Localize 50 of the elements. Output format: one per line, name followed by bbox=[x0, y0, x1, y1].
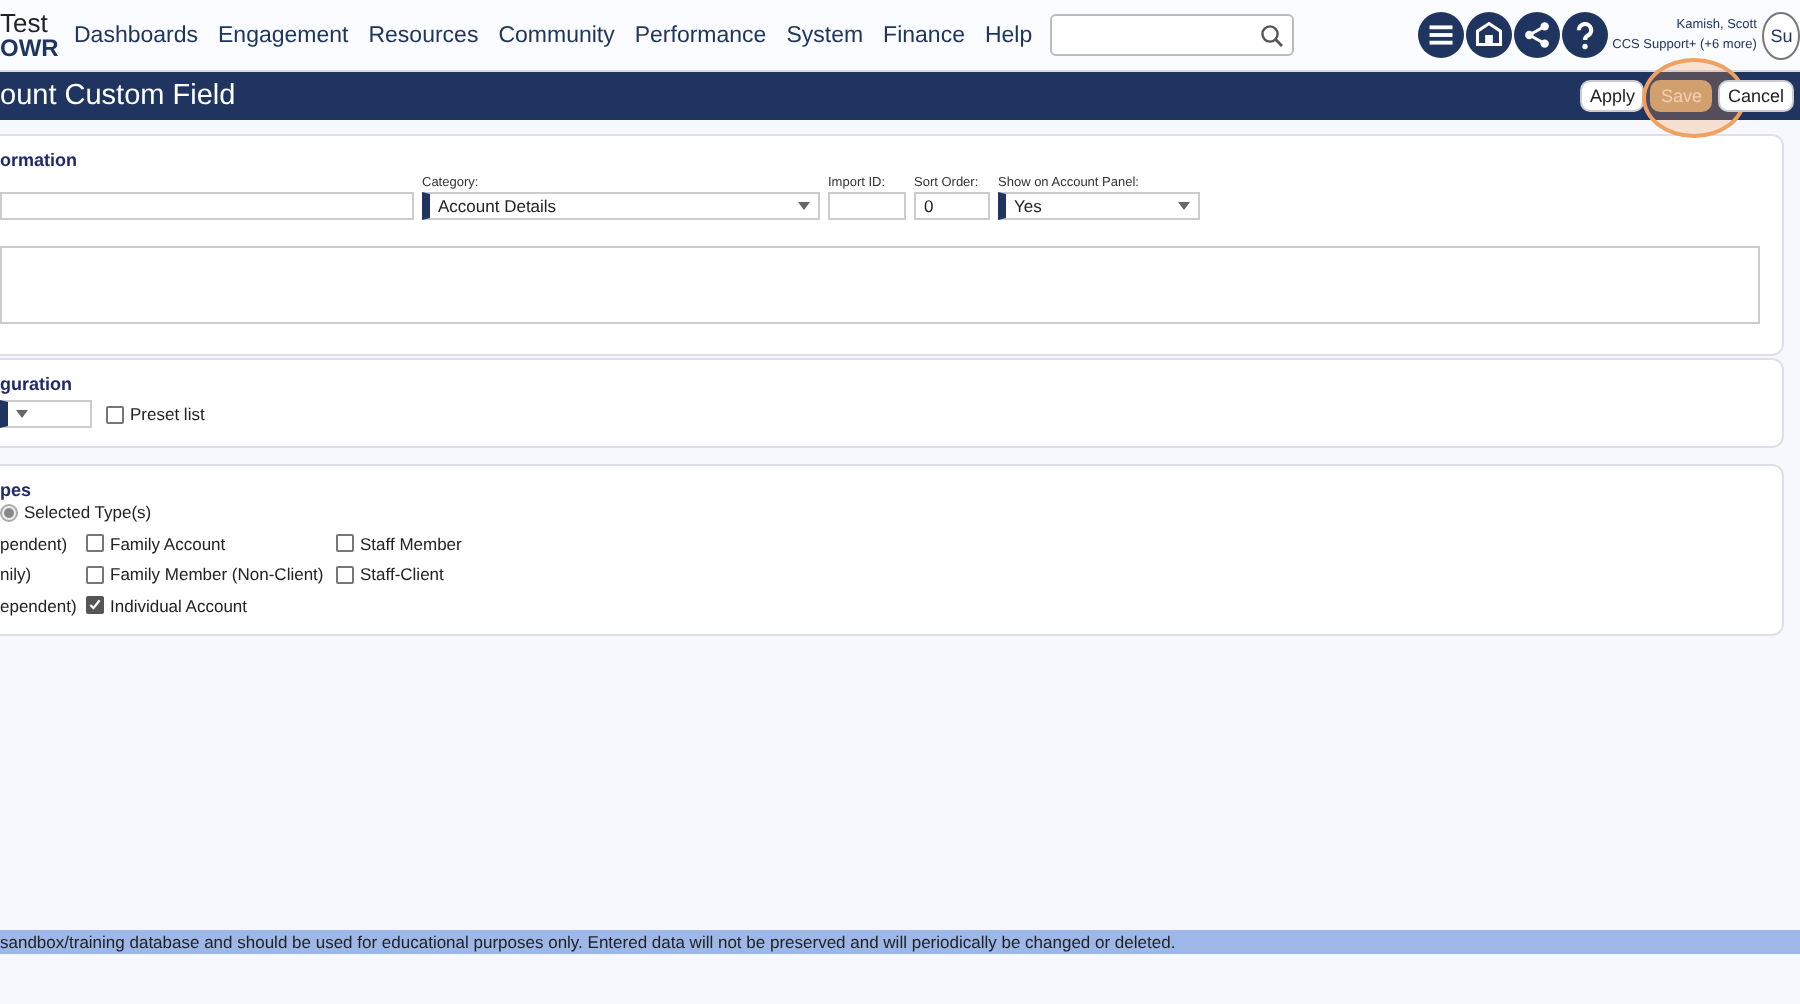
input-field[interactable] bbox=[828, 192, 906, 220]
radio-label: Selected Type(s) bbox=[24, 502, 152, 522]
checkbox-label: Staff Member bbox=[360, 533, 462, 554]
list-icon[interactable] bbox=[1418, 12, 1465, 58]
checkbox-label: Individual Account bbox=[110, 595, 248, 616]
checkbox[interactable] bbox=[336, 565, 354, 584]
caret-icon[interactable] bbox=[798, 202, 810, 210]
share-icon[interactable] bbox=[1514, 12, 1561, 58]
nav-menu-item[interactable]: Help bbox=[984, 23, 1033, 47]
dropdown[interactable] bbox=[0, 400, 92, 428]
action-button[interactable]: Cancel bbox=[1717, 80, 1794, 112]
section-heading: ormation bbox=[0, 150, 80, 170]
home-icon[interactable] bbox=[1466, 12, 1513, 58]
caret-icon[interactable] bbox=[16, 410, 28, 418]
action-button[interactable]: Apply bbox=[1579, 80, 1645, 112]
search-field[interactable] bbox=[1050, 14, 1295, 56]
avatar[interactable]: Su bbox=[1762, 11, 1800, 59]
type-label: nily) bbox=[0, 564, 32, 585]
input-field[interactable] bbox=[0, 192, 414, 220]
type-label: pendent) bbox=[0, 533, 68, 554]
notice-banner: sandbox/training database and should be used for educational purposes only. Entered data will not be preserved and will periodically be changed or deleted. bbox=[0, 930, 1800, 954]
dropdown[interactable]: Yes bbox=[998, 192, 1200, 220]
nav-menu-item[interactable]: Engagement bbox=[218, 23, 349, 47]
checkbox-label: Family Member (Non-Client) bbox=[110, 564, 324, 585]
logo-text: OWR bbox=[0, 36, 56, 60]
checkbox[interactable] bbox=[106, 405, 124, 423]
nav-menu-item[interactable]: Dashboards bbox=[74, 23, 199, 47]
caret-icon[interactable] bbox=[1178, 202, 1190, 210]
nav-menu-item[interactable]: Performance bbox=[634, 23, 767, 47]
checkbox[interactable] bbox=[86, 534, 104, 553]
dropdown[interactable]: Account Details bbox=[422, 192, 820, 220]
section-heading: guration bbox=[0, 374, 74, 394]
input-field[interactable]: 0 bbox=[914, 192, 990, 220]
checkbox-label: Family Account bbox=[110, 533, 226, 554]
radio-button[interactable] bbox=[0, 503, 18, 521]
checkbox[interactable] bbox=[336, 534, 354, 553]
nav-menu-item[interactable]: Resources bbox=[368, 23, 479, 47]
nav-menu-item[interactable]: Community bbox=[498, 23, 615, 47]
checkbox[interactable] bbox=[86, 565, 104, 584]
nav-menu-item[interactable]: Finance bbox=[883, 23, 965, 47]
type-label: ependent) bbox=[0, 595, 77, 616]
help-icon[interactable] bbox=[1562, 12, 1609, 58]
checkbox-label: Preset list bbox=[130, 404, 205, 424]
page-title: ount Custom Field bbox=[0, 80, 236, 112]
logo-text: Test bbox=[0, 10, 50, 36]
section-heading: pes bbox=[0, 480, 34, 500]
checkbox-label: Staff-Client bbox=[360, 564, 444, 585]
nav-menu-item[interactable]: System bbox=[786, 23, 864, 47]
search-icon[interactable] bbox=[1260, 23, 1285, 47]
checkbox[interactable] bbox=[86, 596, 104, 615]
